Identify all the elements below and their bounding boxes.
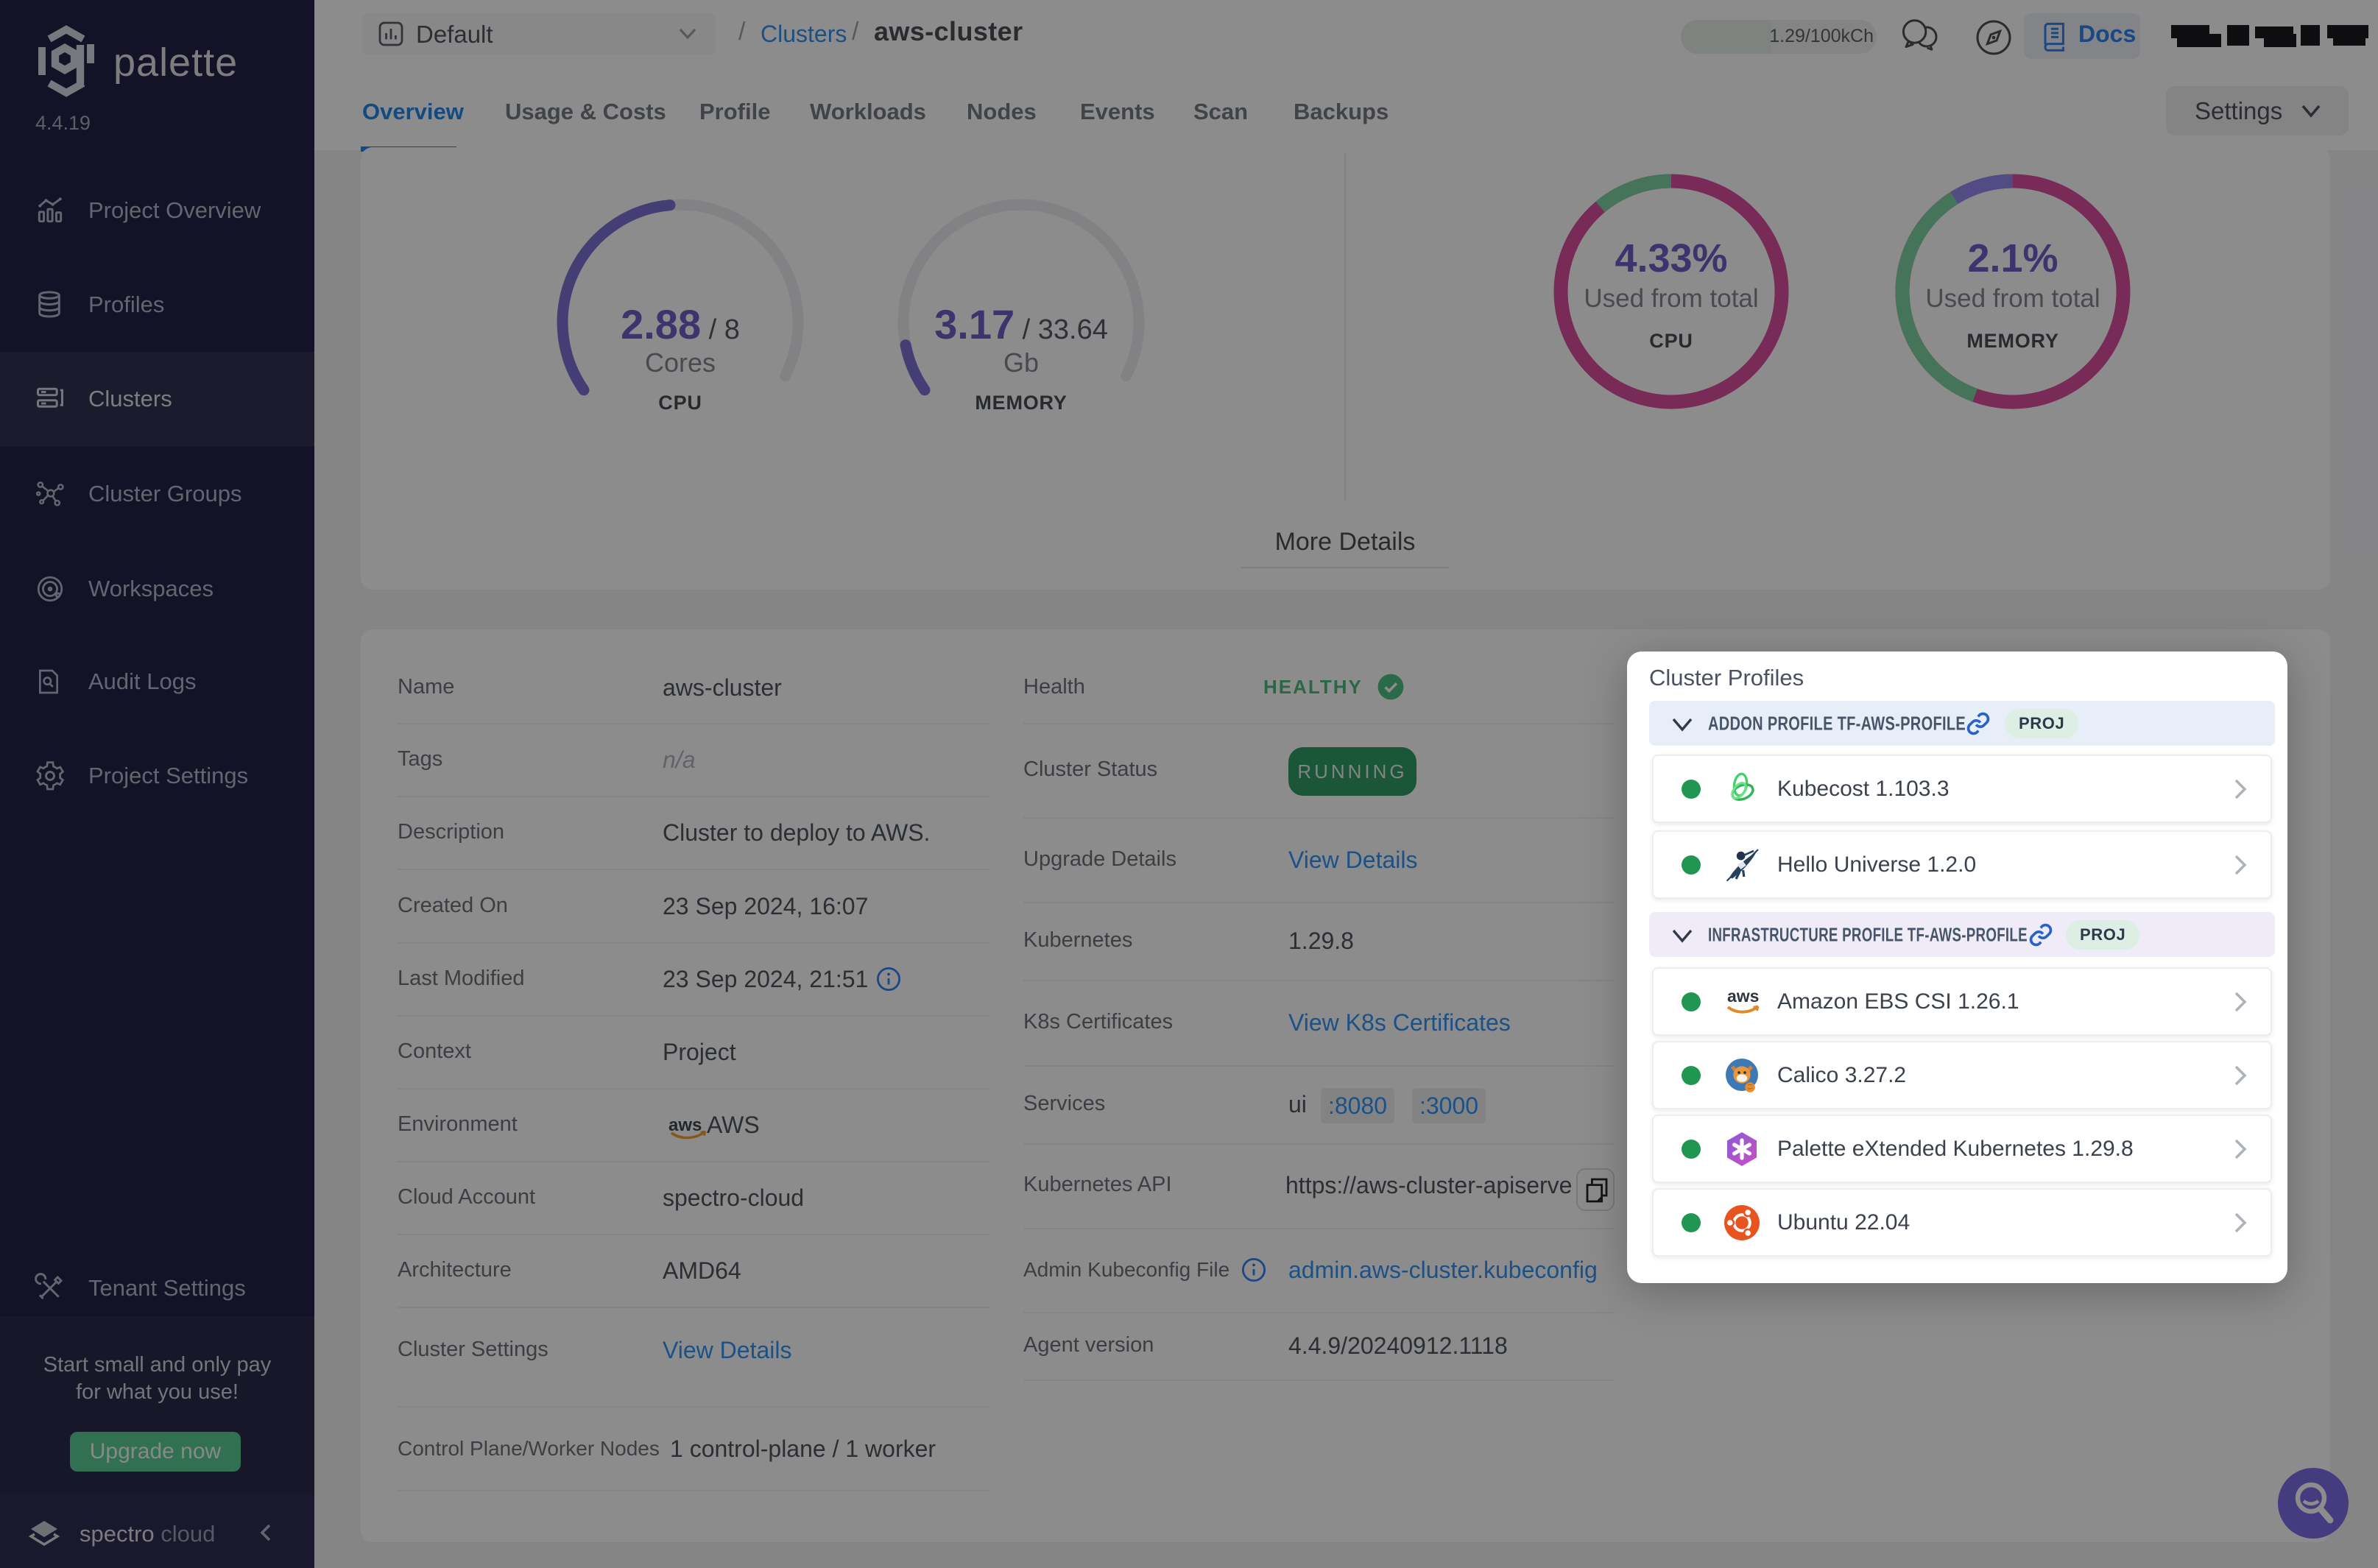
svg-text:aws: aws bbox=[1727, 986, 1759, 1006]
